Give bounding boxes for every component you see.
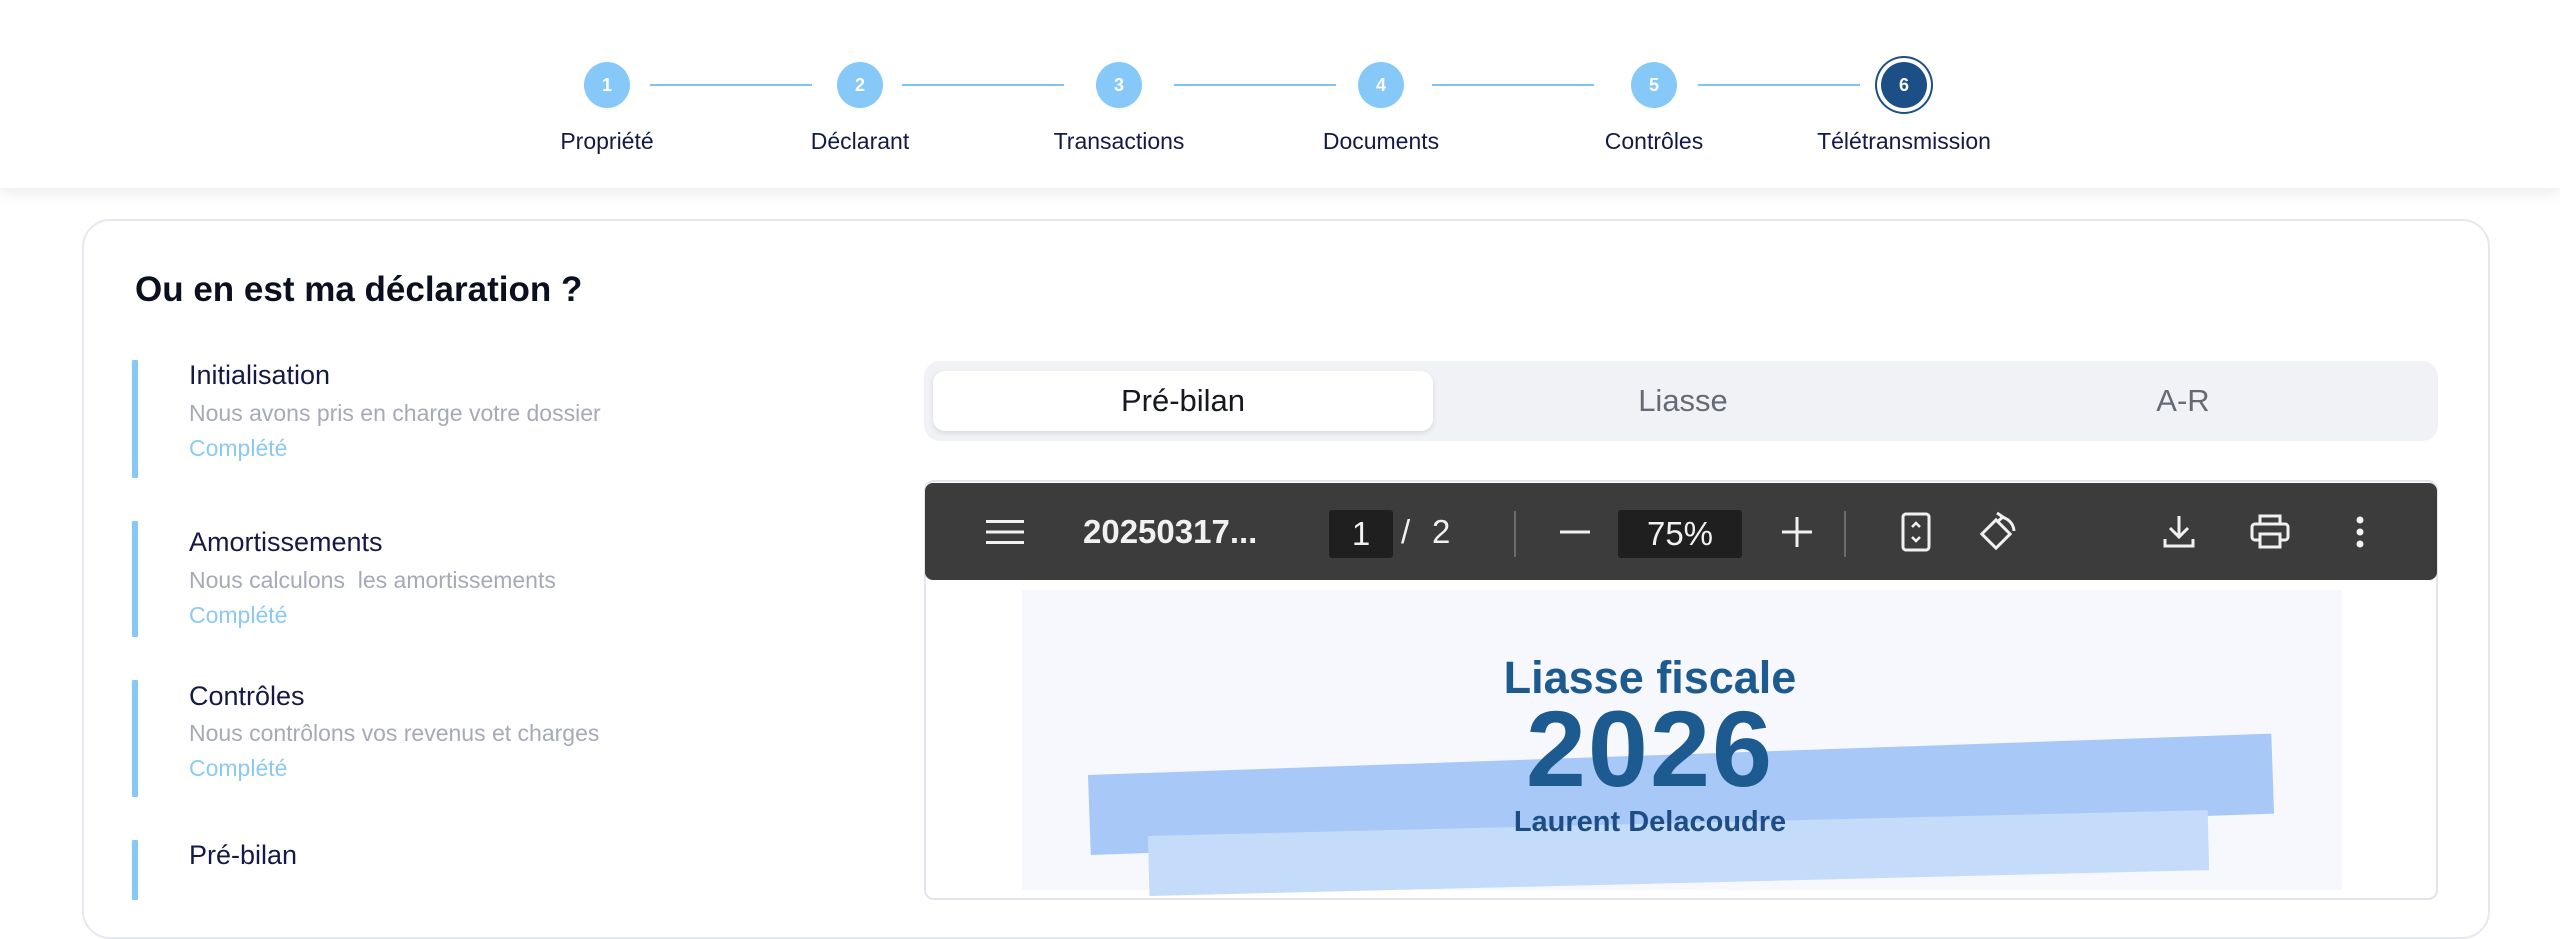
step-number: 2 xyxy=(837,62,883,108)
timeline-title: Pré-bilan xyxy=(189,840,298,870)
step-number: 1 xyxy=(584,62,630,108)
step-connector xyxy=(1432,84,1594,86)
step-number: 3 xyxy=(1096,62,1142,108)
timeline-bar xyxy=(132,521,138,637)
document-tabs: Pré-bilan Liasse A-R xyxy=(924,361,2438,441)
step-number: 5 xyxy=(1631,62,1677,108)
timeline-title: Amortissements xyxy=(189,527,383,557)
timeline-title: Contrôles xyxy=(189,681,305,711)
step-connector xyxy=(1698,84,1860,86)
timeline-description: Nous contrôlons vos revenus et charges xyxy=(189,720,600,746)
toolbar-divider xyxy=(1514,511,1516,557)
timeline-bar xyxy=(132,840,138,900)
tab-pre-bilan[interactable]: Pré-bilan xyxy=(933,371,1433,431)
menu-icon[interactable] xyxy=(981,483,1029,580)
timeline-item-amortissements: Amortissements Nous calculons les amorti… xyxy=(132,521,832,637)
page-separator: / xyxy=(1401,513,1411,550)
minus-icon[interactable] xyxy=(1553,483,1597,580)
timeline-status: Complété xyxy=(189,755,288,781)
zoom-input[interactable]: 75% xyxy=(1618,510,1742,558)
tab-liasse[interactable]: Liasse xyxy=(1433,371,1933,431)
document-owner-name: Laurent Delacoudre xyxy=(1513,806,1787,838)
total-pages: 2 xyxy=(1432,513,1451,550)
more-vert-icon[interactable] xyxy=(2345,483,2375,580)
step-label: Transactions xyxy=(1053,128,1185,154)
fit-page-icon[interactable] xyxy=(1894,483,1938,580)
step-number: 4 xyxy=(1358,62,1404,108)
pdf-file-name: 20250317... xyxy=(1083,513,1258,550)
page-number-input[interactable]: 1 xyxy=(1329,510,1393,558)
timeline-description: Nous avons pris en charge votre dossier xyxy=(189,400,601,426)
timeline-title: Initialisation xyxy=(189,360,331,390)
tab-a-r[interactable]: A-R xyxy=(1933,371,2433,431)
timeline-description: Nous calculons les amortissements xyxy=(189,567,556,593)
rotate-icon[interactable] xyxy=(1973,483,2023,580)
step-label: Documents xyxy=(1322,128,1440,154)
step-connector xyxy=(1174,84,1336,86)
timeline-item-pre-bilan: Pré-bilan xyxy=(132,840,832,900)
step-connector xyxy=(902,84,1064,86)
timeline-status: Complété xyxy=(189,435,288,461)
step-label: Déclarant xyxy=(810,128,910,154)
timeline-item-initialisation: Initialisation Nous avons pris en charge… xyxy=(132,360,832,478)
timeline-item-controles: Contrôles Nous contrôlons vos revenus et… xyxy=(132,680,832,797)
step-label: Télétransmission xyxy=(1817,128,1991,154)
timeline-bar xyxy=(132,360,138,478)
document-year: 2026 xyxy=(1525,688,1775,809)
step-connector xyxy=(650,84,812,86)
print-icon[interactable] xyxy=(2245,483,2295,580)
step-number-active: 6 xyxy=(1881,62,1927,108)
stepper-header: 1 Propriété 2 Déclarant 3 Transactions 4… xyxy=(0,0,2560,188)
toolbar-divider xyxy=(1844,511,1846,557)
pdf-toolbar: 20250317... 1 / 2 75% xyxy=(925,483,2437,580)
card-title: Ou en est ma déclaration ? xyxy=(135,270,583,309)
timeline-status: Complété xyxy=(189,602,288,628)
plus-icon[interactable] xyxy=(1775,483,1819,580)
timeline-bar xyxy=(132,680,138,797)
download-icon[interactable] xyxy=(2157,483,2201,580)
